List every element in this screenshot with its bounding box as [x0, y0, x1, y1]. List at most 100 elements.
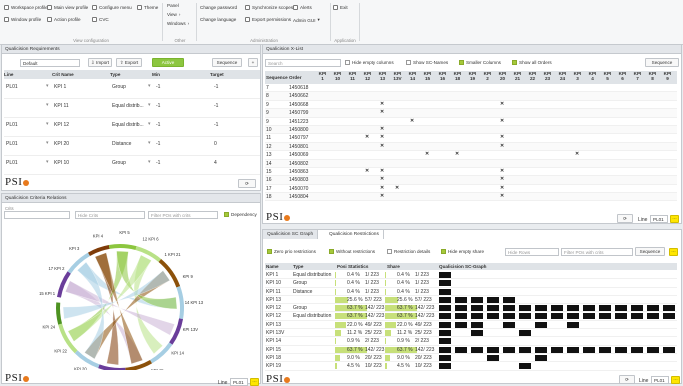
- kpi-col-header[interactable]: KPI3: [570, 71, 585, 81]
- cell[interactable]: KPI 20: [54, 141, 69, 147]
- cell[interactable]: Equal distrib...: [112, 122, 144, 128]
- kpi-col-header[interactable]: KPI5: [600, 71, 615, 81]
- cell[interactable]: -1: [156, 141, 160, 147]
- cvc-button[interactable]: CVC: [92, 17, 109, 22]
- configure-menu-button[interactable]: Configure menu: [92, 5, 132, 10]
- table-row[interactable]: KPI 140.9 %2/ 2230.9 %2/ 223: [265, 337, 677, 345]
- table-row[interactable]: 181450804✕✕: [265, 193, 677, 201]
- kpi-col-header[interactable]: KPI7: [630, 71, 645, 81]
- col-crit-name[interactable]: Crit Name: [52, 70, 110, 79]
- cell[interactable]: -1: [214, 122, 218, 128]
- chord-arc[interactable]: [109, 244, 137, 250]
- kpi-col-header[interactable]: KPI21: [510, 71, 525, 81]
- refresh-button[interactable]: ⟳: [619, 375, 635, 384]
- cell[interactable]: -1: [214, 103, 218, 109]
- kpi-col-header[interactable]: KPI24: [555, 71, 570, 81]
- kpi-col-header[interactable]: KPI10: [330, 71, 345, 81]
- chevron-down-icon[interactable]: ▾: [148, 159, 151, 165]
- kpi-col-header[interactable]: KPI23: [540, 71, 555, 81]
- show-sc-names-checkbox[interactable]: Show SC-Names: [406, 60, 448, 65]
- col-min[interactable]: Min: [152, 70, 210, 79]
- table-row[interactable]: 91451223✕✕: [265, 118, 677, 126]
- chevron-down-icon[interactable]: ▾: [148, 121, 151, 127]
- cell[interactable]: -1: [156, 103, 160, 109]
- cell[interactable]: PL01: [6, 141, 18, 147]
- col-sc-graph[interactable]: Qualicision SC-Graph: [439, 264, 486, 269]
- table-row[interactable]: 141450802: [265, 160, 677, 168]
- cell[interactable]: -1: [156, 122, 160, 128]
- hide-empty-share-checkbox[interactable]: Hide empty share: [441, 249, 484, 254]
- cell[interactable]: KPI 1: [54, 84, 66, 90]
- table-row[interactable]: 101450800✕: [265, 126, 677, 134]
- zero-prio-checkbox[interactable]: Zero prio restrictions: [267, 249, 316, 254]
- chevron-down-icon[interactable]: ▾: [46, 83, 49, 89]
- chord-diagram[interactable]: 15 KPI 117 KPI 2KPI 3KPI 4KPI 512 KPI 61…: [2, 222, 260, 370]
- table-row[interactable]: KPI 1Equal distribution0.4 %1/ 2230.4 %1…: [265, 271, 677, 279]
- crits-select[interactable]: [4, 211, 70, 219]
- chevron-down-icon[interactable]: ▾: [46, 159, 49, 165]
- restriction-details-checkbox[interactable]: Restriction details: [387, 249, 430, 254]
- table-row[interactable]: 121450801✕✕: [265, 143, 677, 151]
- exit-button[interactable]: Exit: [333, 5, 348, 10]
- active-toggle[interactable]: Active: [152, 58, 184, 67]
- chevron-down-icon[interactable]: ▾: [46, 121, 49, 127]
- cell[interactable]: 0: [214, 141, 217, 147]
- kpi-col-header[interactable]: KPI18: [450, 71, 465, 81]
- table-row[interactable]: 91450799✕: [265, 109, 677, 117]
- table-row[interactable]: PL01KPI 12Equal distrib...-1-1▾▾: [4, 118, 260, 137]
- kpi-col-header[interactable]: KPI1: [315, 71, 330, 81]
- line-select[interactable]: PL01: [651, 376, 669, 384]
- cell[interactable]: PL01: [6, 122, 18, 128]
- table-row[interactable]: PL01KPI 10Group-14▾▾: [4, 156, 260, 175]
- cell[interactable]: KPI 11: [54, 103, 69, 109]
- kpi-col-header[interactable]: KPI2: [480, 71, 495, 81]
- chevron-down-icon[interactable]: ▾: [46, 102, 49, 108]
- more-icon[interactable]: ⋯: [670, 215, 679, 223]
- change-password-button[interactable]: Change password: [200, 5, 237, 10]
- col-target[interactable]: Target: [210, 70, 260, 79]
- more-icon[interactable]: ⋯: [671, 376, 680, 384]
- kpi-col-header[interactable]: KPI16: [435, 71, 450, 81]
- window-profile-button[interactable]: Window profile: [4, 17, 41, 22]
- kpi-col-header[interactable]: KPI12: [360, 71, 375, 81]
- cell[interactable]: Group: [112, 160, 126, 166]
- dependency-checkbox[interactable]: Dependency: [224, 212, 257, 217]
- table-row[interactable]: 71450618: [265, 84, 677, 92]
- more-icon[interactable]: ⋯: [669, 248, 678, 256]
- kpi-col-header[interactable]: KPI19: [465, 71, 480, 81]
- col-sequence[interactable]: Sequence: [266, 75, 288, 80]
- profile-select[interactable]: Default: [20, 59, 80, 67]
- cell[interactable]: 4: [214, 160, 217, 166]
- cell[interactable]: -1: [156, 160, 160, 166]
- col-posi[interactable]: Posi Statistics: [337, 264, 368, 269]
- cell[interactable]: Equal distrib...: [112, 103, 144, 109]
- kpi-col-header[interactable]: KPI15: [420, 71, 435, 81]
- view-button[interactable]: View›: [167, 12, 180, 17]
- table-row[interactable]: KPI 1563.7 %142/ 22363.7 %142/ 223: [265, 346, 677, 354]
- chord-arc[interactable]: [56, 302, 62, 324]
- table-row[interactable]: KPI 10Group0.4 %1/ 2230.4 %1/ 223: [265, 279, 677, 287]
- refresh-button[interactable]: ⟳: [617, 214, 633, 223]
- chord-arc[interactable]: [176, 286, 184, 319]
- windows-button[interactable]: Windows›: [167, 21, 189, 26]
- kpi-col-header[interactable]: KPI6: [615, 71, 630, 81]
- smaller-columns-checkbox[interactable]: Smaller Columns: [459, 60, 501, 65]
- table-row[interactable]: KPI 11Distance0.4 %1/ 2230.4 %1/ 223: [265, 288, 677, 296]
- chevron-down-icon[interactable]: ▾: [148, 102, 151, 108]
- table-row[interactable]: 131450069✕✕✕: [265, 151, 677, 159]
- col-share[interactable]: Share: [387, 264, 400, 269]
- table-row[interactable]: KPI 13V11.2 %25/ 22311.2 %25/ 223: [265, 329, 677, 337]
- kpi-col-header[interactable]: KPI9: [660, 71, 675, 81]
- col-type[interactable]: Type: [293, 264, 303, 269]
- add-icon[interactable]: +: [248, 58, 258, 67]
- col-name[interactable]: Name: [266, 264, 279, 269]
- col-type[interactable]: Type: [110, 70, 152, 79]
- chevron-down-icon[interactable]: ▾: [148, 83, 151, 89]
- kpi-col-header[interactable]: KPI22: [525, 71, 540, 81]
- table-row[interactable]: PL01KPI 1Group-1-1▾▾: [4, 80, 260, 99]
- hide-crits-select[interactable]: Hide Crits: [75, 211, 145, 219]
- table-row[interactable]: 151450863✕✕✕: [265, 168, 677, 176]
- kpi-col-header[interactable]: KPI11: [345, 71, 360, 81]
- table-row[interactable]: KPI 11 Equal distrib... -1 -1 ▾ ▾: [4, 99, 260, 118]
- table-row[interactable]: 171450070✕✕✕: [265, 185, 677, 193]
